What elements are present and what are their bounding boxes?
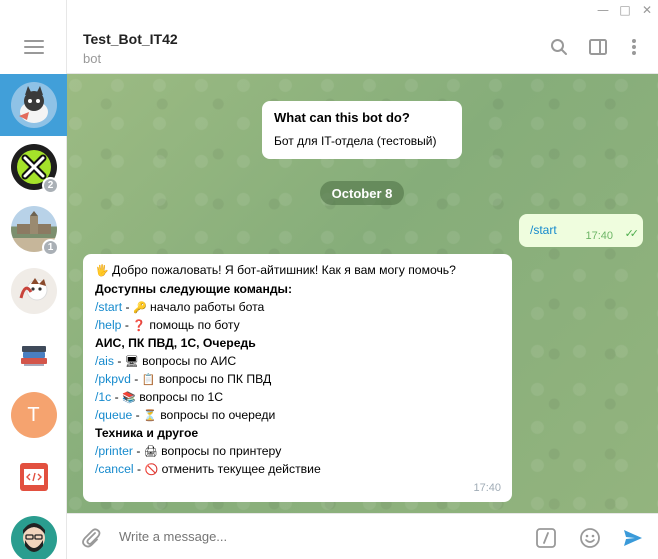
date-separator: October 8 — [320, 181, 404, 205]
command-link-pkpvd[interactable]: /pkpvd — [95, 372, 131, 386]
sidebar-item-hipster[interactable] — [0, 508, 67, 559]
incoming-message[interactable]: 🖐 Добро пожаловать! Я бот-айтишник! Как … — [83, 254, 512, 502]
command-link-help[interactable]: /help — [95, 318, 121, 332]
avatar: T — [10, 392, 57, 438]
telegram-window: — □ ✕ 2 1 T Test_Bot_IT42 bot What can t… — [0, 0, 658, 559]
avatar — [10, 454, 57, 500]
message-composer — [67, 513, 658, 559]
bot-command-icon[interactable] — [534, 526, 558, 550]
command-desc: помощь по боту — [149, 318, 240, 332]
sidebar-item-x-app[interactable]: 2 — [0, 136, 67, 198]
read-check-icon: ✓✓ — [624, 227, 640, 240]
message-time: 17:40 — [473, 482, 501, 494]
minimize-icon[interactable]: — — [592, 0, 614, 20]
sidebar-item-books[interactable] — [0, 322, 67, 384]
group-header-1: АИС, ПК ПВД, 1С, Очередь — [95, 336, 256, 350]
clipboard-icon: 📋 — [141, 373, 156, 386]
menu-button[interactable] — [0, 20, 67, 74]
commands-header: Доступны следующие команды: — [95, 282, 293, 296]
message-input[interactable] — [119, 529, 519, 544]
greeting-text: Добро пожаловать! Я бот-айтишник! Как я … — [112, 263, 456, 277]
command-link-queue[interactable]: /queue — [95, 408, 132, 422]
prohibited-icon: 🚫 — [144, 463, 159, 476]
chat-history[interactable]: What can this bot do? Бот для IT-отдела … — [67, 74, 658, 513]
command-line-ais: /ais - 🖥 вопросы по АИС — [95, 354, 237, 368]
command-line-cancel: /cancel - 🚫 отменить текущее действие — [95, 462, 321, 476]
avatar — [10, 82, 57, 128]
chat-header: Test_Bot_IT42 bot — [67, 20, 658, 74]
chat-subtitle: bot — [83, 51, 102, 66]
more-icon[interactable] — [623, 36, 645, 58]
command-desc: отменить текущее действие — [161, 462, 321, 476]
avatar — [10, 516, 57, 559]
sidebar-toggle-icon[interactable] — [587, 36, 609, 58]
bot-info-title: What can this bot do? — [274, 110, 410, 125]
group-header-2: Техника и другое — [95, 426, 199, 440]
window-controls: — □ ✕ — [592, 0, 658, 20]
command-desc: вопросы по АИС — [142, 354, 237, 368]
avatar — [10, 268, 57, 314]
question-icon: ❓ — [132, 319, 146, 332]
search-icon[interactable] — [548, 36, 570, 58]
command-link-start[interactable]: /start — [95, 300, 122, 314]
outgoing-message[interactable]: /start 17:40 ✓✓ — [519, 214, 643, 247]
books-icon: 📚 — [122, 391, 136, 404]
attach-icon[interactable] — [79, 526, 103, 550]
sidebar-item-cat[interactable] — [0, 260, 67, 322]
command-desc: вопросы по очереди — [160, 408, 276, 422]
command-line-help: /help - ❓ помощь по боту — [95, 318, 240, 332]
sidebar-item-t[interactable]: T — [0, 384, 67, 446]
command-desc: вопросы по 1С — [139, 390, 224, 404]
chat-list-sidebar: 2 1 T — [0, 0, 67, 559]
avatar — [10, 330, 57, 376]
command-desc: вопросы по принтеру — [161, 444, 282, 458]
command-line-start: /start - 🔑 начало работы бота — [95, 300, 265, 314]
unread-badge: 1 — [42, 239, 59, 256]
command-link-cancel[interactable]: /cancel — [95, 462, 134, 476]
chat-title[interactable]: Test_Bot_IT42 — [83, 31, 178, 47]
command-link-ais[interactable]: /ais — [95, 354, 114, 368]
command-link-1c[interactable]: /1c — [95, 390, 111, 404]
printer-icon: 🖨 — [143, 445, 158, 458]
command-desc: начало работы бота — [150, 300, 265, 314]
send-icon[interactable] — [621, 526, 645, 550]
sidebar-item-test-bot[interactable] — [0, 74, 67, 136]
key-icon: 🔑 — [132, 301, 147, 314]
maximize-icon[interactable]: □ — [614, 0, 636, 20]
command-line-1c: /1c - 📚 вопросы по 1С — [95, 390, 224, 404]
greeting-line: 🖐 Добро пожаловать! Я бот-айтишник! Как … — [95, 261, 465, 280]
command-line-printer: /printer - 🖨 вопросы по принтеру — [95, 444, 282, 458]
message-time: 17:40 — [585, 230, 613, 242]
close-icon[interactable]: ✕ — [636, 0, 658, 20]
emoji-icon[interactable] — [578, 526, 602, 550]
sidebar-item-code[interactable] — [0, 446, 67, 508]
bot-info-card: What can this bot do? Бот для IT-отдела … — [262, 101, 462, 159]
hourglass-icon: ⏳ — [143, 409, 157, 422]
bot-info-text: Бот для IT-отдела (тестовый) — [274, 134, 437, 148]
monitor-icon: 🖥 — [124, 355, 139, 368]
wave-hand-icon: 🖐 — [95, 264, 109, 277]
command-line-queue: /queue - ⏳ вопросы по очереди — [95, 408, 276, 422]
unread-badge: 2 — [42, 177, 59, 194]
hamburger-icon — [23, 40, 44, 54]
command-link-printer[interactable]: /printer — [95, 444, 133, 458]
sidebar-item-channel[interactable]: 1 — [0, 198, 67, 260]
command-desc: вопросы по ПК ПВД — [158, 372, 272, 386]
command-line-pkpvd: /pkpvd - 📋 вопросы по ПК ПВД — [95, 372, 272, 386]
message-text[interactable]: /start — [530, 223, 557, 237]
